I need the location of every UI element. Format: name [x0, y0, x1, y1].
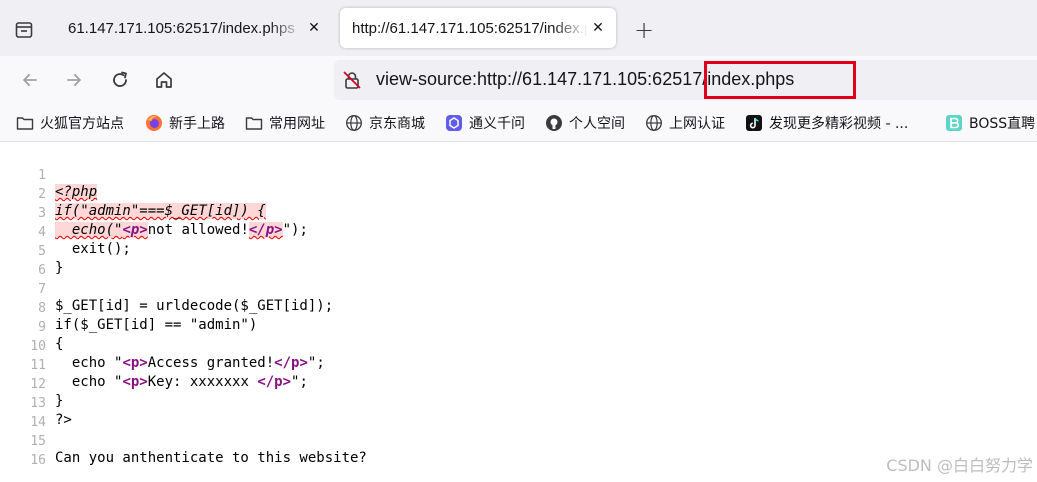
- bookmark-label: BOSS直聘: [969, 116, 1036, 132]
- source-view: 1 <?php 2 if("admin"===$_GET[id]) { 3 ec…: [0, 150, 1037, 468]
- source-line: 11 echo "<p>Key: xxxxxxx </p>";: [0, 342, 1037, 390]
- globe-icon: [645, 114, 663, 132]
- bookmark-label: 新手上路: [169, 116, 225, 132]
- bookmark-firefox-official[interactable]: 火狐官方站点: [16, 112, 124, 134]
- bookmark-label: 上网认证: [669, 116, 725, 132]
- tab-list-button[interactable]: [8, 14, 40, 46]
- source-line: 12 }: [0, 361, 1037, 409]
- boss-icon: [945, 114, 963, 132]
- source-line: 15 Can you anthenticate to this website?: [0, 418, 1037, 466]
- bookmark-boss[interactable]: BOSS直聘: [945, 112, 1035, 134]
- source-line: 6: [0, 247, 1037, 278]
- url-highlight-box: [704, 61, 856, 99]
- bookmark-label: 发现更多精彩视频 - ...: [769, 116, 909, 132]
- csdn-watermark: CSDN @白白努力学: [886, 456, 1033, 475]
- tab-title: 61.147.171.105:62517/index.phps: [68, 19, 295, 37]
- tab-index-phps[interactable]: 61.147.171.105:62517/index.phps ✕: [56, 8, 332, 48]
- tab-strip: 61.147.171.105:62517/index.phps ✕ http:/…: [0, 0, 1037, 56]
- source-line: 5 }: [0, 228, 1037, 276]
- source-line: 2 if("admin"===$_GET[id]) {: [0, 171, 1037, 219]
- close-tab-icon[interactable]: ✕: [304, 18, 324, 38]
- home-button[interactable]: [148, 64, 180, 96]
- source-line: 9 {: [0, 304, 1037, 352]
- url-prefix: view-source:http://61.147.171.105:6251: [376, 69, 693, 89]
- bookmark-tongyi[interactable]: 通义千问: [445, 112, 525, 134]
- bookmark-label: 京东商城: [369, 116, 425, 132]
- bookmark-jd[interactable]: 京东商城: [345, 112, 425, 134]
- bookmark-label: 火狐官方站点: [40, 116, 124, 132]
- folder-icon: [245, 114, 263, 132]
- tongyi-icon: [445, 114, 463, 132]
- back-button[interactable]: [14, 64, 46, 96]
- source-line: 10 echo "<p>Access granted!</p>";: [0, 323, 1037, 371]
- bookmark-label: 常用网址: [269, 116, 325, 132]
- globe-icon: [345, 114, 363, 132]
- insecure-lock-icon[interactable]: [342, 70, 362, 90]
- tab-list-icon: [15, 22, 33, 38]
- tab-view-source[interactable]: http://61.147.171.105:62517/index.phps ✕: [340, 8, 616, 48]
- navigation-bar: view-source:http://61.147.171.105:62517/…: [0, 56, 1037, 104]
- source-line: 8 if($_GET[id] == "admin"): [0, 285, 1037, 333]
- bookmark-douyin[interactable]: 发现更多精彩视频 - ...: [745, 112, 908, 134]
- bookmark-label: 通义千问: [469, 116, 525, 132]
- forward-button[interactable]: [58, 64, 90, 96]
- source-line: 1 <?php: [0, 152, 1037, 200]
- source-line: 3 echo("<p>not allowed!</p>");: [0, 190, 1037, 238]
- github-icon: [545, 114, 563, 132]
- reload-button[interactable]: [104, 64, 136, 96]
- source-line: 4 exit();: [0, 209, 1037, 257]
- source-line: 16: [0, 437, 1037, 468]
- line-number: 16: [30, 453, 46, 468]
- bookmarks-toolbar: 火狐官方站点 新手上路 常用网址 京东商城 通义千问 个人空间 上网认证 发现更…: [0, 104, 1037, 142]
- new-tab-button[interactable]: +: [628, 14, 660, 46]
- bookmark-personal-space[interactable]: 个人空间: [545, 112, 625, 134]
- bookmark-common-sites[interactable]: 常用网址: [245, 112, 325, 134]
- reload-icon: [113, 71, 127, 87]
- bookmark-network-auth[interactable]: 上网认证: [645, 112, 725, 134]
- source-line: 7 $_GET[id] = urldecode($_GET[id]);: [0, 266, 1037, 314]
- tiktok-icon: [745, 114, 763, 132]
- forward-arrow-icon: [67, 74, 81, 86]
- home-icon: [156, 72, 172, 88]
- close-tab-icon[interactable]: ✕: [588, 18, 608, 38]
- source-line: 13 ?>: [0, 380, 1037, 428]
- back-arrow-icon: [23, 74, 37, 86]
- folder-icon: [16, 114, 34, 132]
- source-line: 14: [0, 399, 1037, 430]
- firefox-icon: [145, 114, 163, 132]
- bookmark-label: 个人空间: [569, 116, 625, 132]
- address-bar[interactable]: view-source:http://61.147.171.105:62517/…: [334, 60, 1037, 100]
- bookmark-getting-started[interactable]: 新手上路: [145, 112, 225, 134]
- tab-title: http://61.147.171.105:62517/index.phps: [352, 19, 588, 37]
